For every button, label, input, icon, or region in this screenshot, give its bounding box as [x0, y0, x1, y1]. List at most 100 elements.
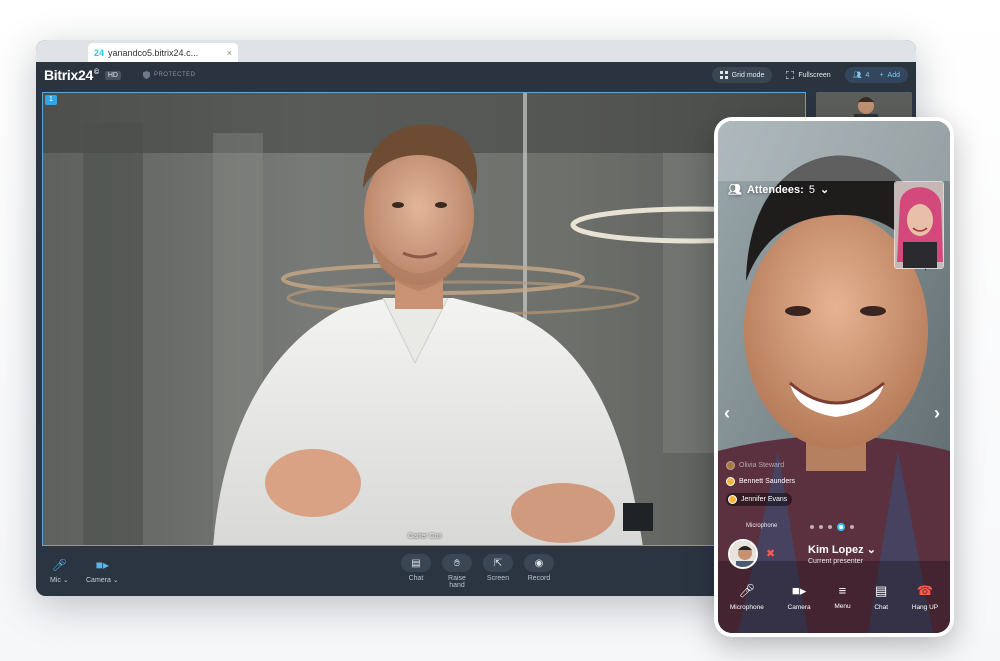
fullscreen-label: Fullscreen: [798, 71, 831, 79]
grid-mode-label: Grid mode: [731, 71, 765, 79]
record-label: Record: [527, 575, 551, 582]
raise-hand-label-1: Raise: [448, 575, 466, 582]
chat-button[interactable]: ▤ Chat: [399, 554, 433, 582]
attendees-dropdown[interactable]: 👥︎ Attendees: 5 ⌄: [728, 183, 829, 197]
microphone-icon: 🎤︎: [738, 583, 756, 598]
camera-button[interactable]: ■▸ Camera: [788, 583, 811, 611]
page-indicator: [810, 523, 854, 531]
list-item: Jennifer Evans: [726, 493, 793, 506]
participant-name: Bennett Saunders: [739, 478, 796, 485]
presenter-name: Kim Lopez: [808, 544, 864, 556]
presenter-name-dropdown[interactable]: Kim Lopez ⌄: [808, 543, 876, 556]
microphone-label: Microphone: [729, 604, 764, 611]
shield-icon: [142, 71, 150, 79]
page-dot[interactable]: [810, 525, 814, 529]
speaker-name-label: Carter Cox: [408, 533, 442, 540]
screen-share-icon: ⇱: [483, 554, 513, 572]
avatar: [726, 461, 735, 470]
presenter-avatar-image: [730, 541, 756, 567]
record-icon: ◉: [524, 554, 554, 572]
raise-hand-label-2: hand: [449, 582, 465, 589]
list-item: Olivia Steward: [726, 461, 795, 470]
users-icon: 👥︎: [852, 72, 862, 79]
mic-control[interactable]: 🎤︎ Mic ⌄: [50, 558, 69, 584]
page-dot[interactable]: [850, 525, 854, 529]
browser-tab[interactable]: 24 yanandco5.bitrix24.c... ×: [88, 43, 238, 62]
record-button[interactable]: ◉ Record: [522, 554, 556, 582]
camera-label: Camera: [86, 577, 111, 584]
mobile-call-screen: 👥︎ Attendees: 5 ⌄ ‹ › Olivia Steward Ben…: [718, 121, 950, 633]
page-dot[interactable]: [819, 525, 823, 529]
avatar: [728, 495, 737, 504]
chat-button[interactable]: ▤ Chat: [874, 583, 888, 611]
phone-hang-up-icon: ☎︎: [916, 583, 934, 598]
muted-microphone-icon: ✖: [766, 548, 776, 560]
add-label: Add: [887, 71, 900, 79]
microphone-hint: Microphone: [746, 523, 778, 529]
mobile-controls: 🎤︎ Microphone ■▸ Camera ≡ Menu ▤ Chat ☎︎: [718, 583, 950, 611]
plus-icon: +: [879, 71, 884, 79]
self-view-frame: [895, 182, 943, 268]
attendees-label: Attendees:: [746, 183, 804, 196]
speaker-video-frame: [43, 93, 805, 545]
user-badge: 1: [45, 95, 57, 105]
chat-icon: ▤: [401, 554, 431, 572]
video-camera-icon: ■▸: [95, 558, 109, 572]
hang-up-button[interactable]: ☎︎ Hang UP: [912, 583, 938, 611]
bitrix-favicon-icon: 24: [94, 47, 105, 58]
tab-close-icon[interactable]: ×: [227, 48, 232, 58]
presenter-role: Current presenter: [808, 558, 863, 565]
page-dot-active[interactable]: [837, 523, 845, 531]
chevron-right-icon[interactable]: ›: [934, 403, 940, 424]
logo-text: Bitrix24: [44, 67, 93, 83]
bitrix-logo: Bitrix24©: [44, 67, 99, 83]
chevron-down-icon: ⌄: [866, 544, 876, 556]
menu-button[interactable]: ≡ Menu: [834, 583, 850, 611]
menu-label: Menu: [834, 603, 851, 610]
main-speaker-video[interactable]: 1: [42, 92, 806, 546]
chat-label: Chat: [874, 604, 889, 611]
participants-add-button[interactable]: 👥︎ 4 + Add: [844, 67, 908, 83]
mic-label: Mic: [50, 577, 61, 584]
chevron-down-icon: ⌄: [112, 577, 119, 584]
logo-mark: ©: [93, 69, 99, 77]
chat-icon: ▤: [875, 583, 888, 598]
hand-icon: ✋︎: [442, 554, 472, 572]
fullscreen-button[interactable]: Fullscreen: [778, 67, 838, 83]
hang-up-label: Hang UP: [911, 604, 939, 611]
menu-icon: ≡: [838, 583, 847, 598]
stage: 24 yanandco5.bitrix24.c... × Bitrix24© H…: [0, 0, 1000, 661]
participant-name: Jennifer Evans: [741, 496, 788, 503]
avatar: [728, 539, 758, 569]
mobile-phone: 👥︎ Attendees: 5 ⌄ ‹ › Olivia Steward Ben…: [714, 117, 954, 637]
users-icon: 👥︎: [728, 184, 742, 196]
camera-control[interactable]: ■▸ Camera ⌄: [86, 558, 119, 584]
participant-name: Olivia Steward: [739, 462, 785, 469]
camera-label: Camera: [787, 604, 811, 611]
page-dot[interactable]: [828, 525, 832, 529]
chat-label: Chat: [408, 575, 424, 582]
avatar: [726, 477, 735, 486]
list-item: Bennett Saunders: [726, 477, 795, 486]
protected-label: PROTECTED: [153, 72, 196, 78]
microphone-icon: 🎤︎: [51, 558, 67, 572]
participants-list: Olivia Steward Bennett Saunders Jennifer…: [726, 461, 795, 513]
protected-indicator: PROTECTED: [142, 71, 196, 79]
microphone-button[interactable]: 🎤︎ Microphone: [730, 583, 764, 611]
attendees-count: 5: [808, 183, 815, 196]
self-view-video[interactable]: [894, 181, 944, 269]
screen-label: Screen: [486, 575, 510, 582]
hd-badge: HD: [104, 70, 121, 80]
participants-count: 4: [865, 71, 870, 79]
topbar-actions: Grid mode Fullscreen 👥︎ 4 + Add: [711, 67, 908, 83]
raise-hand-button[interactable]: ✋︎ Raise hand: [440, 554, 474, 589]
chevron-left-icon[interactable]: ‹: [724, 403, 730, 424]
current-presenter[interactable]: ✖ Kim Lopez ⌄ Current presenter: [728, 539, 876, 569]
browser-tab-bar: 24 yanandco5.bitrix24.c... ×: [36, 40, 916, 62]
chevron-down-icon: ⌄: [62, 577, 69, 584]
tab-title: yanandco5.bitrix24.c...: [108, 47, 199, 58]
call-topbar: Bitrix24© HD PROTECTED Grid mode Fullscr…: [36, 62, 916, 88]
grid-icon: [719, 71, 728, 79]
screen-share-button[interactable]: ⇱ Screen: [481, 554, 515, 582]
grid-mode-button[interactable]: Grid mode: [711, 67, 773, 83]
